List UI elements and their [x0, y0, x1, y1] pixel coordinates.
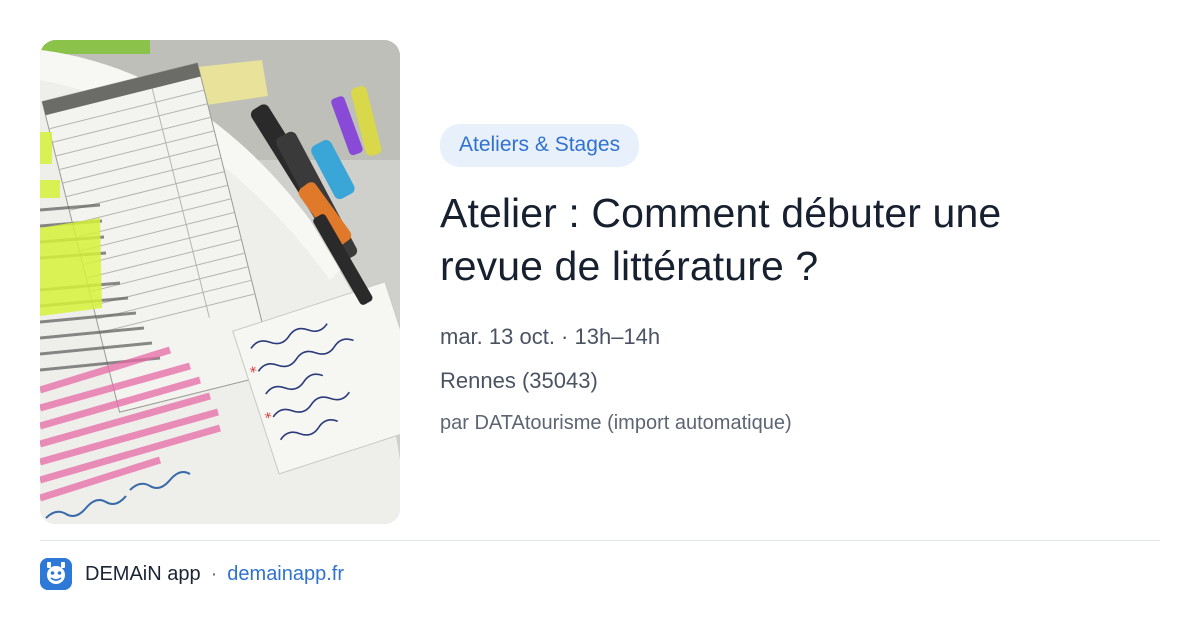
event-date: mar. 13 oct. · 13h–14h [440, 324, 661, 349]
divider [40, 540, 1160, 541]
event-meta: mar. 13 oct. · 13h–14h Rennes (35043) pa… [440, 315, 1140, 443]
app-link[interactable]: demainapp.fr [227, 563, 344, 586]
event-location: Rennes (35043) [440, 368, 598, 393]
event-source: par DATAtourisme (import automatique) [440, 412, 792, 434]
app-logo-icon [40, 558, 72, 590]
separator: · [210, 562, 218, 585]
event-info: Ateliers & Stages Atelier : Comment débu… [440, 124, 1140, 443]
event-image: * * [40, 40, 400, 524]
app-name: DEMAiN app [85, 562, 201, 585]
event-title[interactable]: Atelier : Comment débuter une revue de l… [440, 187, 1100, 293]
event-card[interactable]: * * Ateliers & Stages Atelier : Comment … [40, 40, 1160, 524]
footer: DEMAiN app · demainapp.fr [40, 557, 344, 591]
category-tag[interactable]: Ateliers & Stages [440, 124, 640, 167]
